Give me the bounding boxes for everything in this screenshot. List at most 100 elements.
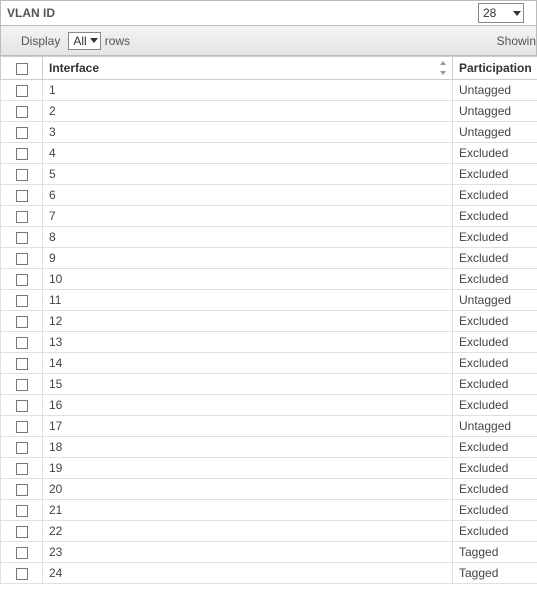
row-checkbox[interactable] — [16, 505, 28, 517]
interface-cell: 8 — [43, 227, 453, 248]
participation-cell: Untagged — [453, 101, 537, 122]
participation-cell: Excluded — [453, 185, 537, 206]
table-row: 1Untagged — [1, 80, 537, 101]
table-row: 17Untagged — [1, 416, 537, 437]
table-row: 10Excluded — [1, 269, 537, 290]
row-select-cell[interactable] — [1, 290, 43, 311]
participation-cell: Excluded — [453, 437, 537, 458]
participation-cell: Tagged — [453, 542, 537, 563]
row-select-cell[interactable] — [1, 122, 43, 143]
chevron-down-icon — [90, 38, 98, 43]
select-all-checkbox[interactable] — [16, 63, 28, 75]
row-checkbox[interactable] — [16, 484, 28, 496]
row-checkbox[interactable] — [16, 127, 28, 139]
display-rows-select[interactable]: All — [68, 32, 100, 50]
interface-cell: 7 — [43, 206, 453, 227]
column-interface[interactable]: Interface — [43, 57, 453, 80]
row-select-cell[interactable] — [1, 143, 43, 164]
participation-cell: Untagged — [453, 80, 537, 101]
interface-cell: 18 — [43, 437, 453, 458]
table-row: 7Excluded — [1, 206, 537, 227]
row-checkbox[interactable] — [16, 85, 28, 97]
row-checkbox[interactable] — [16, 400, 28, 412]
row-checkbox[interactable] — [16, 274, 28, 286]
row-select-cell[interactable] — [1, 185, 43, 206]
interface-cell: 15 — [43, 374, 453, 395]
participation-cell: Untagged — [453, 290, 537, 311]
row-checkbox[interactable] — [16, 148, 28, 160]
row-select-cell[interactable] — [1, 248, 43, 269]
row-select-cell[interactable] — [1, 521, 43, 542]
table-row: 15Excluded — [1, 374, 537, 395]
row-checkbox[interactable] — [16, 190, 28, 202]
column-participation[interactable]: Participation — [453, 57, 537, 80]
row-checkbox[interactable] — [16, 295, 28, 307]
row-checkbox[interactable] — [16, 211, 28, 223]
row-select-cell[interactable] — [1, 311, 43, 332]
table-row: 3Untagged — [1, 122, 537, 143]
row-select-cell[interactable] — [1, 227, 43, 248]
row-select-cell[interactable] — [1, 395, 43, 416]
interface-cell: 10 — [43, 269, 453, 290]
interface-cell: 22 — [43, 521, 453, 542]
display-label: Display — [21, 34, 60, 48]
participation-cell: Excluded — [453, 332, 537, 353]
row-checkbox[interactable] — [16, 547, 28, 559]
vlan-id-value: 28 — [483, 6, 496, 20]
row-checkbox[interactable] — [16, 316, 28, 328]
row-select-cell[interactable] — [1, 437, 43, 458]
row-checkbox[interactable] — [16, 106, 28, 118]
select-all-header[interactable] — [1, 57, 43, 80]
table-row: 16Excluded — [1, 395, 537, 416]
participation-cell: Excluded — [453, 311, 537, 332]
row-select-cell[interactable] — [1, 479, 43, 500]
vlan-id-select[interactable]: 28 — [478, 3, 524, 23]
interface-cell: 16 — [43, 395, 453, 416]
vlan-id-label: VLAN ID — [1, 6, 478, 20]
participation-cell: Excluded — [453, 248, 537, 269]
interface-cell: 13 — [43, 332, 453, 353]
table-row: 22Excluded — [1, 521, 537, 542]
row-checkbox[interactable] — [16, 232, 28, 244]
row-checkbox[interactable] — [16, 358, 28, 370]
row-select-cell[interactable] — [1, 563, 43, 584]
row-select-cell[interactable] — [1, 458, 43, 479]
row-checkbox[interactable] — [16, 526, 28, 538]
row-select-cell[interactable] — [1, 164, 43, 185]
row-checkbox[interactable] — [16, 442, 28, 454]
row-select-cell[interactable] — [1, 542, 43, 563]
interface-cell: 20 — [43, 479, 453, 500]
row-select-cell[interactable] — [1, 416, 43, 437]
participation-cell: Excluded — [453, 206, 537, 227]
row-checkbox[interactable] — [16, 463, 28, 475]
row-select-cell[interactable] — [1, 353, 43, 374]
participation-cell: Tagged — [453, 563, 537, 584]
row-select-cell[interactable] — [1, 500, 43, 521]
interface-cell: 2 — [43, 101, 453, 122]
interface-cell: 4 — [43, 143, 453, 164]
row-checkbox[interactable] — [16, 337, 28, 349]
row-checkbox[interactable] — [16, 253, 28, 265]
sort-icon[interactable] — [438, 61, 448, 75]
table-row: 14Excluded — [1, 353, 537, 374]
row-select-cell[interactable] — [1, 101, 43, 122]
row-checkbox[interactable] — [16, 568, 28, 580]
table-row: 20Excluded — [1, 479, 537, 500]
row-select-cell[interactable] — [1, 374, 43, 395]
column-participation-label: Participation — [459, 61, 532, 75]
table-row: 8Excluded — [1, 227, 537, 248]
interface-cell: 17 — [43, 416, 453, 437]
row-select-cell[interactable] — [1, 332, 43, 353]
participation-cell: Excluded — [453, 353, 537, 374]
row-select-cell[interactable] — [1, 206, 43, 227]
table-row: 19Excluded — [1, 458, 537, 479]
row-checkbox[interactable] — [16, 169, 28, 181]
interface-cell: 5 — [43, 164, 453, 185]
table-toolbar: Display All rows Showin — [0, 26, 537, 56]
row-select-cell[interactable] — [1, 80, 43, 101]
row-checkbox[interactable] — [16, 379, 28, 391]
table-row: 5Excluded — [1, 164, 537, 185]
row-checkbox[interactable] — [16, 421, 28, 433]
row-select-cell[interactable] — [1, 269, 43, 290]
showing-status: Showin — [497, 34, 536, 48]
